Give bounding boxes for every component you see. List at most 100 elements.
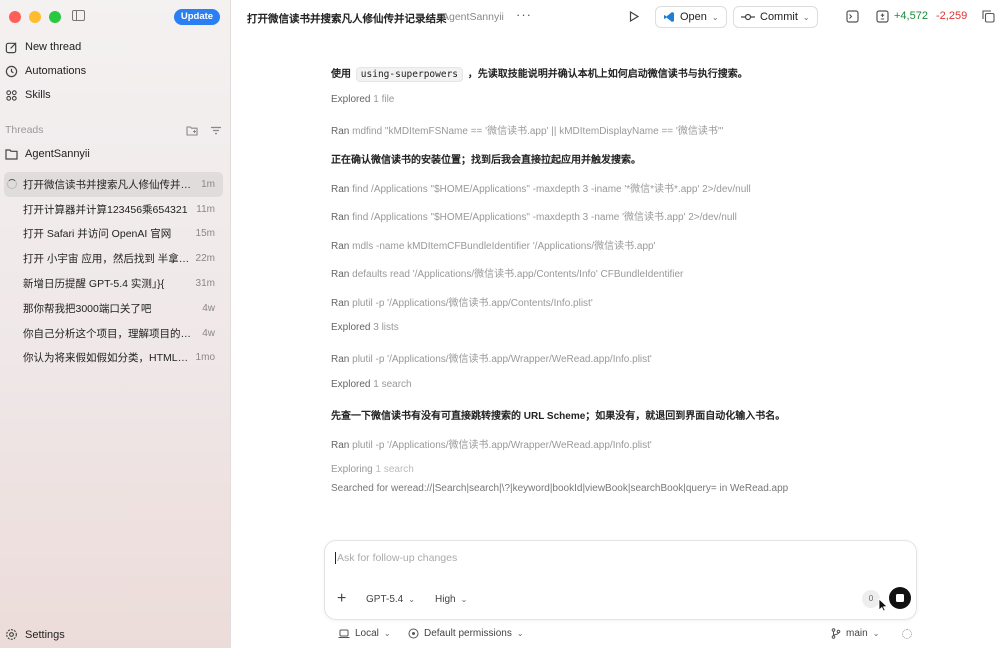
- window-controls: [9, 11, 61, 23]
- thread-item[interactable]: 打开 小宇宙 应用，然后找到 半拿铁... 22m: [4, 246, 223, 271]
- open-button[interactable]: Open ⌄: [655, 6, 727, 28]
- step-detail: plutil -p '/Applications/微信读书.app/Wrappe…: [352, 440, 652, 451]
- run-icon[interactable]: [629, 11, 639, 22]
- step-detail: find /Applications "$HOME/Applications" …: [352, 184, 751, 195]
- step-row[interactable]: Ran mdls -name kMDItemCFBundleIdentifier…: [331, 237, 656, 252]
- thread-item[interactable]: 打开微信读书并搜索凡人修仙传并记... 1m: [4, 172, 223, 197]
- more-options-button[interactable]: ···: [516, 7, 532, 22]
- effort-selector[interactable]: High ⌄: [435, 594, 467, 605]
- environment-label: Local: [355, 628, 379, 639]
- zoom-window-button[interactable]: [49, 11, 61, 23]
- thread-title: 新增日历提醒 GPT-5.4 实测」}{: [23, 278, 165, 291]
- laptop-icon: [338, 629, 350, 638]
- thread-title-header: 打开微信读书并搜索凡人修仙传并记录结果: [247, 13, 447, 25]
- chevron-down-icon: ⌄: [516, 629, 524, 638]
- step-row[interactable]: Ran plutil -p '/Applications/微信读书.app/Wr…: [331, 350, 652, 365]
- step-detail: 3 lists: [373, 322, 399, 333]
- mouse-pointer-icon: [878, 598, 888, 612]
- chevron-down-icon: ⌄: [408, 595, 415, 604]
- step-row-active[interactable]: Exploring 1 search: [331, 464, 414, 475]
- thread-title: 那你帮我把3000端口关了吧: [23, 302, 152, 315]
- step-kind: Explored: [331, 379, 371, 390]
- thread-item[interactable]: 新增日历提醒 GPT-5.4 实测」}{ 31m: [4, 271, 223, 296]
- permissions-label: Default permissions: [424, 628, 512, 639]
- nav-new-thread[interactable]: New thread: [5, 37, 81, 57]
- add-attachment-button[interactable]: +: [337, 590, 346, 608]
- model-selector[interactable]: GPT-5.4 ⌄: [366, 594, 415, 605]
- diff-icon[interactable]: [876, 10, 889, 23]
- nav-automations[interactable]: Automations: [5, 61, 86, 81]
- settings-button[interactable]: Settings: [5, 628, 65, 641]
- composer[interactable]: Ask for follow-up changes + GPT-5.4 ⌄ Hi…: [324, 540, 917, 620]
- compose-icon: [5, 41, 17, 53]
- update-button[interactable]: Update: [174, 9, 220, 25]
- open-label: Open: [680, 11, 707, 23]
- chevron-down-icon: ⌄: [872, 629, 880, 638]
- chevron-down-icon: ⌄: [460, 595, 468, 604]
- step-row[interactable]: Explored 3 lists: [331, 322, 399, 333]
- stop-button[interactable]: [889, 587, 911, 609]
- nav-label: Automations: [25, 65, 87, 77]
- nav-skills[interactable]: Skills: [5, 85, 51, 105]
- thread-item[interactable]: 打开计算器并计算123456乘654321 11m: [4, 197, 223, 222]
- thread-item[interactable]: 你认为将来假如假如分类，HTML文... 1mo: [4, 346, 223, 371]
- step-kind: Ran: [331, 298, 350, 309]
- step-detail: plutil -p '/Applications/微信读书.app/Wrappe…: [352, 354, 652, 365]
- composer-input[interactable]: Ask for follow-up changes: [335, 552, 457, 564]
- lines-added: +4,572: [894, 10, 928, 22]
- thread-age: 15m: [195, 228, 215, 240]
- permissions-selector[interactable]: Default permissions ⌄: [408, 628, 524, 639]
- project-name: AgentSannyii: [442, 11, 504, 23]
- lines-removed: -2,259: [936, 10, 968, 22]
- search-result-line: Searched for weread://|Search|search|\?|…: [331, 483, 789, 494]
- step-row[interactable]: Ran plutil -p '/Applications/微信读书.app/Co…: [331, 294, 593, 309]
- shield-icon: [408, 628, 419, 639]
- step-kind: Explored: [331, 94, 371, 105]
- clock-icon: [5, 65, 18, 77]
- thread-item[interactable]: 那你帮我把3000端口关了吧 4w: [4, 296, 223, 321]
- project-folder[interactable]: AgentSannyii: [5, 148, 90, 160]
- filter-icon[interactable]: [210, 125, 222, 136]
- sidebar-toggle-icon[interactable]: [72, 10, 85, 21]
- threads-header: Threads: [5, 124, 222, 136]
- thread-age: 1m: [201, 178, 215, 190]
- step-detail: defaults read '/Applications/微信读书.app/Co…: [352, 269, 684, 280]
- step-row[interactable]: Ran mdfind "kMDItemFSName == '微信读书.app' …: [331, 122, 723, 137]
- thread-age: 11m: [196, 203, 215, 215]
- branch-selector[interactable]: main ⌄: [831, 628, 879, 639]
- minimize-window-button[interactable]: [29, 11, 41, 23]
- step-kind: Ran: [331, 241, 350, 252]
- chevron-down-icon: ⌄: [383, 629, 391, 638]
- commit-button[interactable]: Commit ⌄: [733, 6, 818, 28]
- thread-item[interactable]: 打开 Safari 并访问 OpenAI 官网 15m: [4, 222, 223, 247]
- step-kind: Ran: [331, 440, 350, 451]
- step-kind: Ran: [331, 269, 350, 280]
- step-row[interactable]: Ran find /Applications "$HOME/Applicatio…: [331, 180, 751, 195]
- thread-title: 打开计算器并计算123456乘654321: [23, 203, 188, 216]
- grid-icon: [6, 89, 17, 101]
- thread-item[interactable]: 你自己分析这个项目，理解项目的核... 4w: [4, 321, 223, 346]
- nav-label: New thread: [25, 41, 82, 53]
- branch-icon: [831, 628, 841, 639]
- commit-icon: [741, 13, 755, 21]
- commit-label: Commit: [760, 11, 798, 23]
- step-row[interactable]: Explored 1 file: [331, 94, 394, 105]
- user-prompt: 使用 using-superpowers ，先读取技能说明并确认本机上如何启动微…: [331, 65, 748, 82]
- step-kind: Exploring: [331, 464, 373, 475]
- top-bar: 打开微信读书并搜索凡人修仙传并记录结果 AgentSannyii ··· Ope…: [232, 0, 1000, 34]
- step-row[interactable]: Ran find /Applications "$HOME/Applicatio…: [331, 208, 737, 223]
- step-detail: 1 search: [373, 379, 412, 390]
- copy-icon[interactable]: [982, 10, 995, 23]
- step-row[interactable]: Ran defaults read '/Applications/微信读书.ap…: [331, 265, 683, 280]
- step-detail: find /Applications "$HOME/Applications" …: [352, 212, 737, 223]
- step-row[interactable]: Ran plutil -p '/Applications/微信读书.app/Wr…: [331, 436, 652, 451]
- close-window-button[interactable]: [9, 11, 21, 23]
- model-label: GPT-5.4: [366, 594, 404, 605]
- thread-age: 31m: [195, 278, 215, 290]
- new-folder-icon[interactable]: [186, 125, 198, 136]
- inline-code: using-superpowers: [355, 67, 464, 82]
- environment-selector[interactable]: Local ⌄: [338, 628, 391, 639]
- terminal-icon[interactable]: [846, 10, 859, 23]
- thread-age: 22m: [195, 253, 215, 265]
- step-row[interactable]: Explored 1 search: [331, 379, 412, 390]
